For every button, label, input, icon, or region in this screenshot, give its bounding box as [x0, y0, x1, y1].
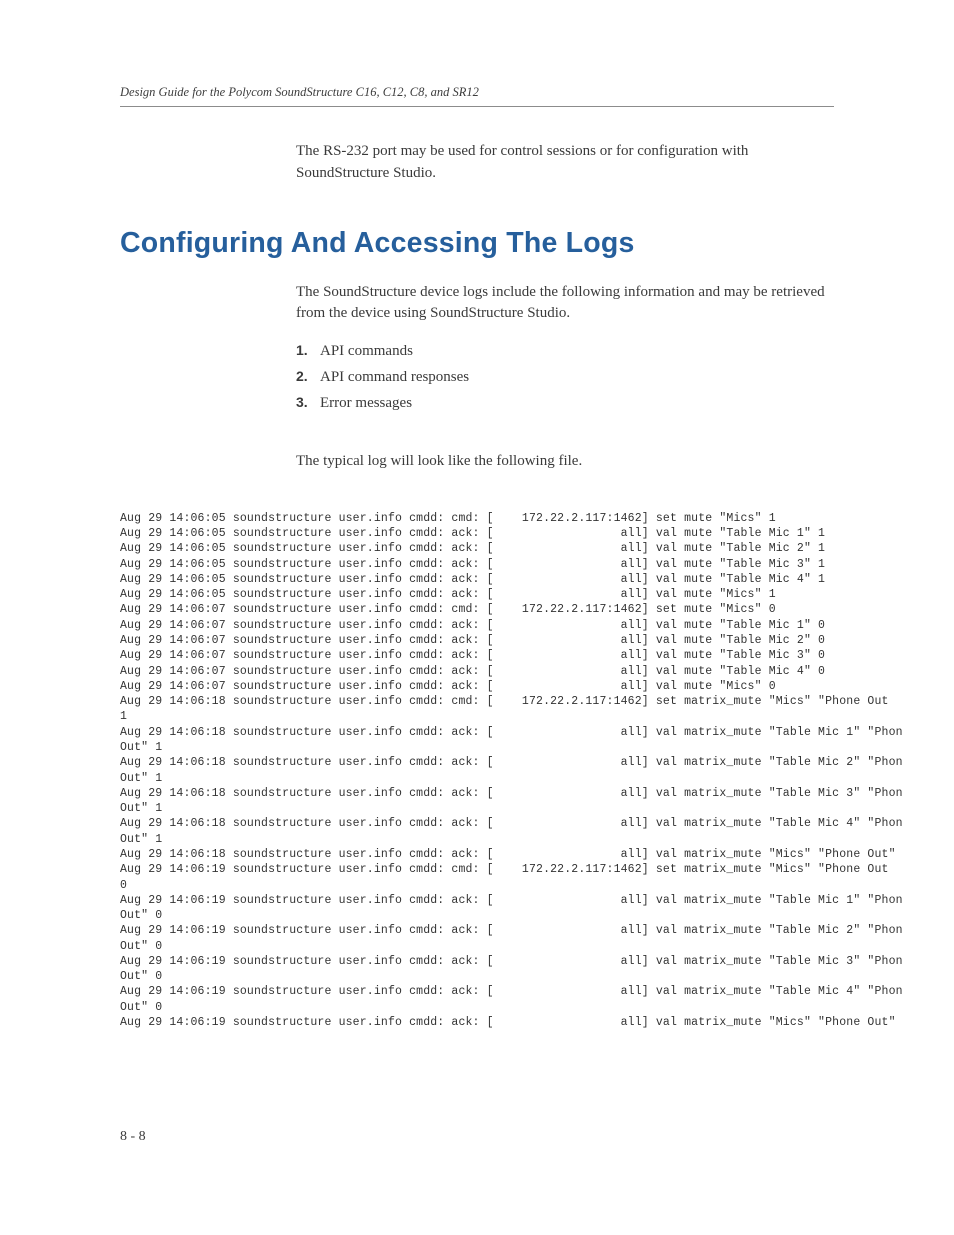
list-number: 1. [296, 339, 320, 363]
post-list-paragraph: The typical log will look like the follo… [296, 451, 834, 473]
log-output: Aug 29 14:06:05 soundstructure user.info… [120, 511, 834, 1031]
running-header: Design Guide for the Polycom SoundStruct… [120, 85, 834, 100]
list-number: 2. [296, 365, 320, 389]
numbered-list: 1. API commands 2. API command responses… [296, 339, 834, 415]
list-item-text: API command responses [320, 365, 469, 389]
list-item-text: Error messages [320, 391, 412, 415]
list-item: 2. API command responses [296, 365, 834, 389]
section-lead-paragraph: The SoundStructure device logs include t… [296, 282, 834, 326]
page-number: 8 - 8 [120, 1129, 146, 1145]
section-heading: Configuring And Accessing The Logs [120, 227, 834, 260]
list-number: 3. [296, 391, 320, 415]
list-item-text: API commands [320, 339, 413, 363]
list-item: 1. API commands [296, 339, 834, 363]
list-item: 3. Error messages [296, 391, 834, 415]
header-rule [120, 106, 834, 107]
intro-paragraph: The RS-232 port may be used for control … [296, 141, 834, 185]
